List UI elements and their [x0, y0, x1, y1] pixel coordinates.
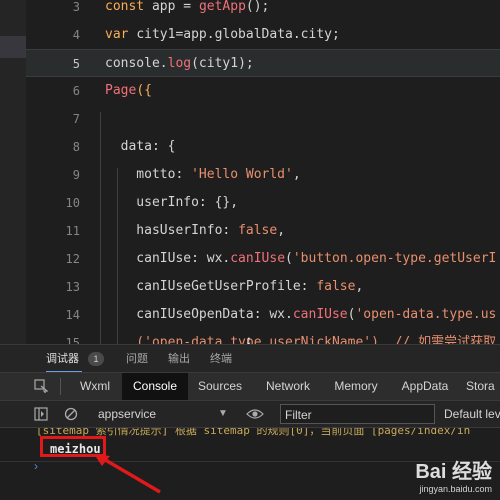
- sidebar-toggle-icon[interactable]: [34, 407, 48, 426]
- code-line[interactable]: 14 canIUseOpenData: wx.canIUse('open-dat…: [26, 301, 500, 329]
- code-editor[interactable]: 3 const app = getApp(); 4 var city1=app.glo…: [26, 0, 500, 344]
- devtools-tab-wxml[interactable]: Wxml: [70, 373, 120, 400]
- code-line[interactable]: 5 console.log(city1);: [26, 49, 500, 77]
- code-text: canIUseOpenData: wx.canIUse('open-data.t…: [105, 307, 497, 322]
- console-filter-bar: appservice ▼ Filter Default lev: [0, 400, 500, 428]
- chevron-down-icon[interactable]: ▼: [218, 401, 228, 427]
- inspect-element-icon[interactable]: [34, 379, 49, 398]
- code-text: data: {: [105, 139, 176, 154]
- code-line[interactable]: 7: [26, 105, 500, 133]
- tab-debugger[interactable]: 调试器: [46, 345, 82, 373]
- code-text: motto: 'Hello World',: [105, 167, 301, 182]
- toolbar-divider: [60, 378, 61, 395]
- code-line[interactable]: 12 canIUse: wx.canIUse('button.open-type…: [26, 245, 500, 273]
- code-line[interactable]: 4 var city1=app.globalData.city;: [26, 21, 500, 49]
- line-number: 4: [72, 28, 80, 42]
- tab-output[interactable]: 输出: [168, 345, 190, 373]
- panel-tab-bar: 调试器 1 问题 输出 终端: [0, 344, 500, 373]
- devtools-tab-console[interactable]: Console: [122, 373, 188, 400]
- left-panel-selected-item[interactable]: [0, 36, 26, 58]
- code-text: var city1=app.globalData.city;: [105, 27, 340, 42]
- devtools-tab-sources[interactable]: Sources: [190, 373, 250, 400]
- devtools-tab-appdata[interactable]: AppData: [394, 373, 456, 400]
- line-number: 11: [65, 224, 80, 238]
- watermark-logo: Bai 经验 jingyan.baidu.com: [415, 461, 492, 494]
- filter-input[interactable]: Filter: [280, 404, 435, 424]
- debugger-count-badge: 1: [88, 352, 104, 366]
- code-line[interactable]: 15 ('open-data.type.userNickName') // 如需…: [26, 329, 500, 344]
- context-select[interactable]: appservice: [98, 401, 156, 427]
- line-number: 14: [65, 308, 80, 322]
- annotation-arrow-icon: [94, 454, 161, 494]
- code-text: userInfo: {},: [105, 195, 239, 210]
- left-panel-strip: [0, 0, 26, 344]
- line-number: 3: [72, 0, 80, 14]
- console-prompt-icon[interactable]: ›: [34, 459, 38, 473]
- line-number: 7: [72, 112, 80, 126]
- devtools-tab-memory[interactable]: Memory: [326, 373, 386, 400]
- line-number: 5: [72, 57, 80, 71]
- line-number: 15: [65, 336, 80, 344]
- code-text: canIUse: wx.canIUse('button.open-type.ge…: [105, 251, 497, 266]
- line-number: 12: [65, 252, 80, 266]
- eye-icon[interactable]: [246, 407, 264, 426]
- line-number: 10: [65, 196, 80, 210]
- line-number: 8: [72, 140, 80, 154]
- code-line[interactable]: 9 motto: 'Hello World',: [26, 161, 500, 189]
- code-text: canIUseGetUserProfile: false,: [105, 279, 364, 294]
- code-line[interactable]: 11 hasUserInfo: false,: [26, 217, 500, 245]
- line-number: 13: [65, 280, 80, 294]
- tab-terminal[interactable]: 终端: [210, 345, 232, 373]
- code-line[interactable]: 6 Page({: [26, 77, 500, 105]
- log-levels-select[interactable]: Default lev: [444, 401, 500, 427]
- devtools-tab-network[interactable]: Network: [256, 373, 320, 400]
- devtools-tab-storage[interactable]: Stora: [466, 373, 500, 400]
- code-text: console.log(city1);: [105, 56, 254, 71]
- code-line[interactable]: 10 userInfo: {},: [26, 189, 500, 217]
- code-text: Page({: [105, 83, 152, 98]
- code-text: hasUserInfo: false,: [105, 223, 286, 238]
- line-number: 6: [72, 84, 80, 98]
- code-text: const app = getApp();: [105, 0, 270, 14]
- code-line[interactable]: 13 canIUseGetUserProfile: false,: [26, 273, 500, 301]
- tab-issues[interactable]: 问题: [126, 345, 148, 373]
- console-output: [sitemap 索引情况提示] 根据 sitemap 的规则[0]，当前页面 …: [0, 428, 500, 500]
- devtools-toolbar: Wxml Console Sources Network Memory AppD…: [0, 372, 500, 400]
- code-line[interactable]: 8 data: {: [26, 133, 500, 161]
- code-text: ('open-data.type.userNickName') // 如需尝试获…: [105, 335, 497, 344]
- clear-console-icon[interactable]: [64, 407, 78, 426]
- code-line[interactable]: 3 const app = getApp();: [26, 0, 500, 21]
- line-number: 9: [72, 168, 80, 182]
